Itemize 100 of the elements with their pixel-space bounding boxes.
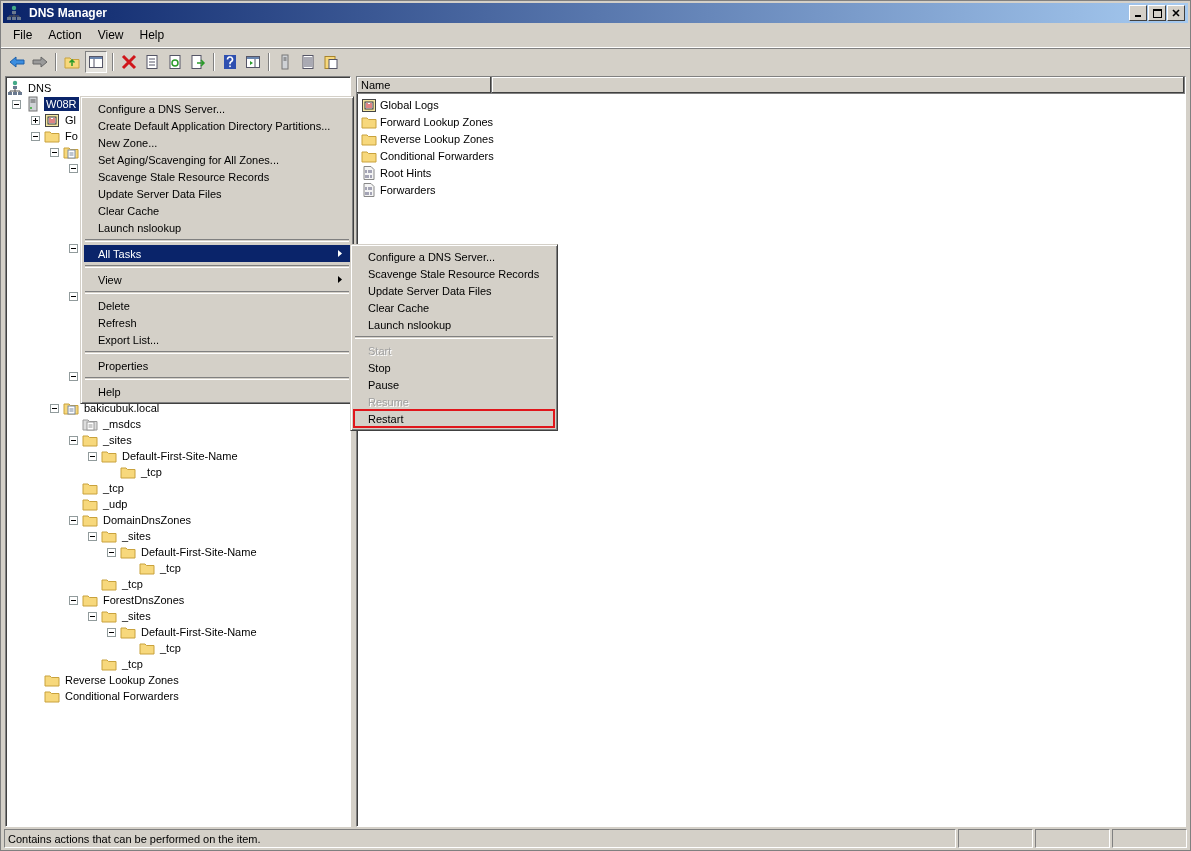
folder-icon — [44, 128, 60, 144]
collapse-icon[interactable] — [11, 99, 21, 109]
column-header[interactable] — [492, 77, 1185, 94]
list-item[interactable]: Root Hints — [380, 166, 432, 179]
menu-item[interactable]: Scavenge Stale Resource Records — [84, 168, 350, 185]
tree-item[interactable]: _tcp — [101, 481, 126, 495]
tree-item[interactable]: _sites — [101, 433, 134, 447]
file-icon — [361, 181, 377, 198]
tree-item[interactable]: _udp — [101, 497, 130, 511]
menu-item[interactable]: Update Server Data Files — [84, 185, 350, 202]
column-header[interactable]: Name — [357, 77, 492, 94]
list-item[interactable]: Forwarders — [380, 183, 436, 196]
tree-item[interactable]: DomainDnsZones — [101, 513, 194, 527]
folder-icon — [101, 608, 117, 624]
menu-item[interactable]: Pause — [354, 376, 554, 393]
menu-item[interactable]: Launch nslookup — [354, 316, 554, 333]
tree-item[interactable]: DNS — [26, 81, 54, 95]
menu-item[interactable]: Export List... — [84, 331, 350, 348]
tree-item[interactable]: _tcp — [158, 641, 183, 655]
menu-item[interactable]: Clear Cache — [84, 202, 350, 219]
collapse-icon[interactable] — [49, 147, 59, 157]
tree-item[interactable]: Reverse Lookup Zones — [63, 673, 181, 687]
collapse-icon[interactable] — [106, 547, 116, 557]
list-item[interactable]: Conditional Forwarders — [380, 149, 494, 162]
close-button[interactable] — [1167, 5, 1185, 21]
menu-item[interactable]: New Zone... — [84, 134, 350, 151]
minimize-button[interactable] — [1129, 5, 1147, 21]
menu-item[interactable]: Launch nslookup — [84, 219, 350, 236]
tree-item[interactable]: Default-First-Site-Name — [139, 625, 259, 639]
tree-item[interactable]: _tcp — [120, 657, 145, 671]
menu-bar-item[interactable]: Help — [131, 26, 173, 44]
zone-folder-icon — [82, 416, 98, 432]
window-title: DNS Manager — [29, 6, 109, 20]
collapse-icon[interactable] — [87, 451, 97, 461]
menu-item[interactable]: Set Aging/Scavenging for All Zones... — [84, 151, 350, 168]
network-icon — [7, 80, 23, 96]
collapse-icon[interactable] — [68, 371, 78, 381]
collapse-icon[interactable] — [68, 515, 78, 525]
menu-item[interactable]: Configure a DNS Server... — [84, 100, 350, 117]
folder-icon — [120, 464, 136, 480]
list-item[interactable]: Forward Lookup Zones — [380, 115, 494, 128]
folder-icon — [82, 432, 98, 448]
folder-icon — [139, 560, 155, 576]
folder-icon — [82, 512, 98, 528]
tree-item[interactable]: Fo — [63, 129, 80, 143]
menu-bar-item[interactable]: View — [89, 26, 132, 44]
menu-item[interactable]: Create Default Application Directory Partitions... — [84, 117, 350, 134]
menu-item[interactable]: Restart — [354, 410, 554, 427]
tree-item[interactable]: _sites — [120, 609, 153, 623]
collapse-icon[interactable] — [68, 291, 78, 301]
close-icon — [1172, 9, 1180, 17]
tree-item[interactable]: bakicubuk.local — [82, 401, 162, 415]
tree-item[interactable]: Default-First-Site-Name — [120, 449, 240, 463]
collapse-icon[interactable] — [68, 435, 78, 445]
collapse-icon[interactable] — [49, 403, 59, 413]
server-icon — [25, 96, 41, 112]
folder-icon — [101, 448, 117, 464]
list-item[interactable]: Global Logs — [380, 98, 439, 111]
expand-icon[interactable] — [30, 115, 40, 125]
collapse-icon[interactable] — [87, 531, 97, 541]
menu-item[interactable]: Update Server Data Files — [354, 282, 554, 299]
folder-icon — [82, 480, 98, 496]
menu-item[interactable]: All Tasks — [84, 245, 350, 262]
tree-item[interactable]: _tcp — [158, 561, 183, 575]
menu-item[interactable]: Scavenge Stale Resource Records — [354, 265, 554, 282]
menu-item[interactable]: View — [84, 271, 350, 288]
tree-item[interactable]: _sites — [120, 529, 153, 543]
menu-item[interactable]: Stop — [354, 359, 554, 376]
collapse-icon[interactable] — [68, 243, 78, 253]
maximize-icon — [1152, 8, 1162, 18]
menu-item[interactable]: Delete — [84, 297, 350, 314]
tree-item[interactable]: W08R — [44, 97, 79, 111]
tree-item[interactable]: _tcp — [139, 465, 164, 479]
collapse-icon[interactable] — [30, 131, 40, 141]
zone-folder-icon — [63, 144, 79, 160]
collapse-icon[interactable] — [68, 163, 78, 173]
console-tree-icon[interactable] — [85, 50, 107, 73]
menu-item[interactable]: Refresh — [84, 314, 350, 331]
list-item[interactable]: Reverse Lookup Zones — [380, 132, 494, 145]
tree-item[interactable]: Conditional Forwarders — [63, 689, 181, 703]
tree-item[interactable]: Gl — [63, 113, 78, 127]
tree-item[interactable]: ForestDnsZones — [101, 593, 187, 607]
menu-item[interactable]: Properties — [84, 357, 350, 374]
menu-item[interactable]: Help — [84, 383, 350, 400]
folder-icon — [82, 496, 98, 512]
collapse-icon[interactable] — [106, 627, 116, 637]
tree-item[interactable]: _tcp — [120, 577, 145, 591]
menu-item[interactable]: Clear Cache — [354, 299, 554, 316]
tree-item[interactable]: _msdcs — [101, 417, 143, 431]
menu-bar-item[interactable]: Action — [40, 26, 90, 44]
folder-icon — [44, 672, 60, 688]
zone-folder-icon — [63, 400, 79, 416]
folder-icon — [101, 576, 117, 592]
tree-item[interactable]: Default-First-Site-Name — [139, 545, 259, 559]
menu-bar-item[interactable]: File — [5, 26, 41, 44]
collapse-icon[interactable] — [68, 595, 78, 605]
collapse-icon[interactable] — [87, 611, 97, 621]
folder-icon — [139, 640, 155, 656]
menu-item[interactable]: Configure a DNS Server... — [354, 248, 554, 265]
maximize-button[interactable] — [1148, 5, 1166, 21]
